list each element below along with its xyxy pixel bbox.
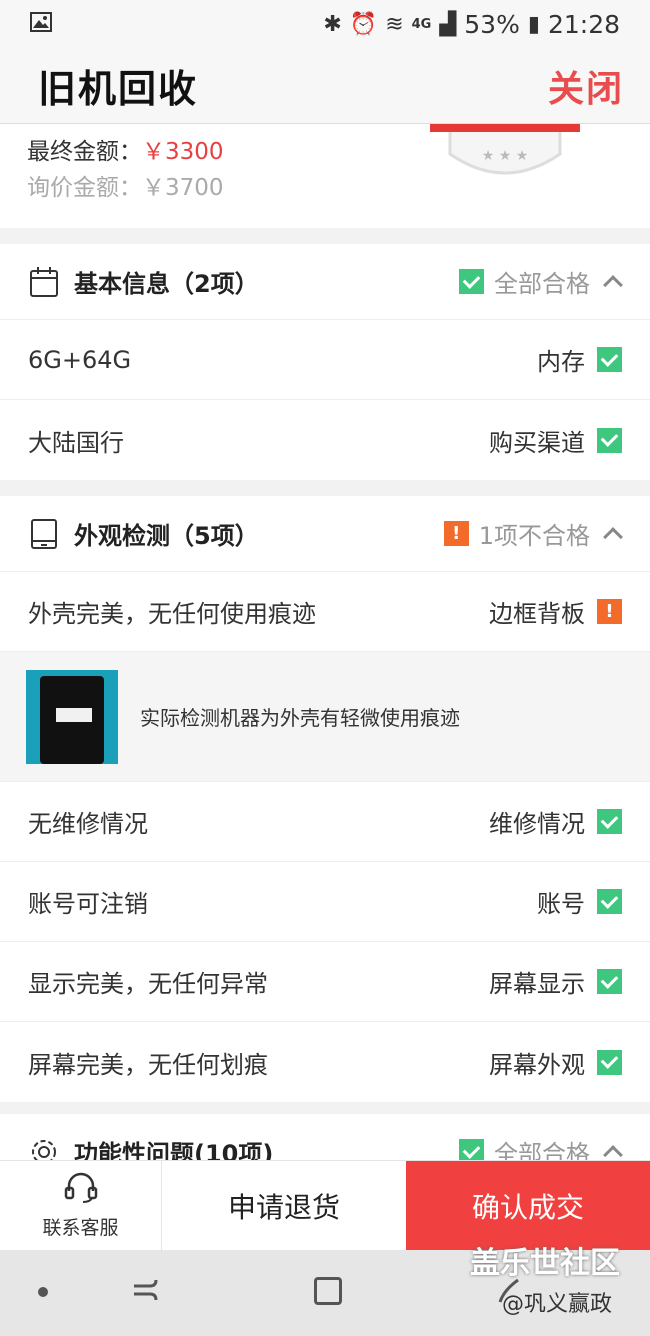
alarm-icon: ⏰ xyxy=(349,11,378,37)
chevron-up-icon[interactable] xyxy=(603,526,623,547)
bluetooth-icon: ✱ xyxy=(323,11,342,37)
row-value: 外壳完美，无任何使用痕迹 xyxy=(28,600,316,628)
inspection-row: 大陆国行 购买渠道 xyxy=(0,400,650,480)
section-status-text: 全部合格 xyxy=(494,270,590,298)
close-button[interactable]: 关闭 xyxy=(548,60,624,112)
row-label: 购买渠道 xyxy=(489,428,585,457)
home-icon[interactable] xyxy=(314,1277,342,1305)
final-price-value: ￥3300 xyxy=(142,139,224,165)
battery-percent: 53% xyxy=(464,9,520,39)
row-label: 账号 xyxy=(537,890,585,918)
action-bar: 联系客服 申请退货 确认成交 xyxy=(0,1160,650,1250)
inspection-row: 屏幕完美，无任何划痕 屏幕外观 xyxy=(0,1022,650,1102)
section-header-function[interactable]: 功能性问题(10项) 全部合格 xyxy=(0,1114,650,1160)
guarantee-badge: ★ ★ ★ xyxy=(430,124,580,194)
tablet-icon xyxy=(28,518,60,550)
row-value: 显示完美，无任何异常 xyxy=(28,970,268,998)
row-value: 无维修情况 xyxy=(28,810,148,838)
section-basic-info: 基本信息（2项） 全部合格 6G+64G 内存 大陆国行 购买渠道 xyxy=(0,244,650,480)
final-price-label: 最终金额： xyxy=(27,139,142,165)
section-title: 外观检测（5项） xyxy=(74,522,259,550)
wifi-icon: ≋ xyxy=(385,11,404,37)
pass-check-icon xyxy=(597,889,622,914)
gear-icon xyxy=(28,1136,60,1160)
chevron-up-icon[interactable] xyxy=(603,274,623,295)
section-status-text: 全部合格 xyxy=(494,1140,590,1160)
watermark-title: 盖乐世社区 xyxy=(470,1246,620,1281)
nav-dot-icon[interactable] xyxy=(38,1287,48,1297)
request-return-button[interactable]: 申请退货 xyxy=(162,1161,406,1250)
pass-check-icon xyxy=(459,1139,484,1160)
row-label: 边框背板 xyxy=(489,600,585,628)
pass-check-icon xyxy=(597,809,622,834)
calendar-icon xyxy=(28,266,60,298)
section-status: 全部合格 xyxy=(459,1134,623,1160)
row-value: 大陆国行 xyxy=(28,428,124,457)
quote-price-label: 询价金额： xyxy=(27,175,142,201)
row-value: 账号可注销 xyxy=(28,890,148,918)
defect-detail: 实际检测机器为外壳有轻微使用痕迹 xyxy=(0,652,650,782)
page-title: 旧机回收 xyxy=(38,66,199,111)
contact-service-label: 联系客服 xyxy=(42,1217,119,1239)
quote-price-value: ￥3700 xyxy=(142,175,224,201)
section-title: 功能性问题(10项) xyxy=(74,1140,274,1160)
price-card: 最终金额：￥3300 询价金额：￥3700 ★ ★ ★ xyxy=(0,124,650,228)
svg-text:★ ★ ★: ★ ★ ★ xyxy=(482,148,529,164)
quote-price-row: 询价金额：￥3700 xyxy=(27,168,224,202)
recent-apps-icon[interactable] xyxy=(130,1276,162,1312)
pass-check-icon xyxy=(597,1049,622,1075)
warning-icon: ! xyxy=(443,521,469,546)
warning-icon: ! xyxy=(597,599,622,624)
row-label: 屏幕显示 xyxy=(489,970,585,998)
gallery-notification-icon xyxy=(30,12,52,36)
watermark-author: @巩义赢政 xyxy=(502,1292,613,1317)
battery-icon: ▮ xyxy=(527,11,540,37)
inspection-row: 外壳完美，无任何使用痕迹 边框背板 ! xyxy=(0,572,650,652)
row-value: 屏幕完美，无任何划痕 xyxy=(28,1050,268,1079)
pass-check-icon xyxy=(597,347,622,372)
main-content[interactable]: 最终金额：￥3300 询价金额：￥3700 ★ ★ ★ 基本信息（2项） 全部合… xyxy=(0,124,650,1160)
row-label: 维修情况 xyxy=(489,810,585,838)
pass-check-icon xyxy=(597,969,622,994)
row-label: 屏幕外观 xyxy=(489,1050,585,1079)
section-appearance: 外观检测（5项） ! 1项不合格 外壳完美，无任何使用痕迹 边框背板 ! 实际检… xyxy=(0,496,650,1102)
contact-service-button[interactable]: 联系客服 xyxy=(0,1161,162,1250)
signal-icon: ▟ xyxy=(439,11,457,37)
section-status-text: 1项不合格 xyxy=(478,522,590,550)
inspection-row: 6G+64G 内存 xyxy=(0,320,650,400)
section-status: ! 1项不合格 xyxy=(443,516,623,551)
headset-icon xyxy=(63,1171,99,1207)
pass-check-icon xyxy=(597,427,622,453)
inspection-row: 显示完美，无任何异常 屏幕显示 xyxy=(0,942,650,1022)
network-type: 4G xyxy=(411,16,432,32)
section-title: 基本信息（2项） xyxy=(74,270,259,298)
inspection-row: 账号可注销 账号 xyxy=(0,862,650,942)
clock: 21:28 xyxy=(547,9,620,39)
section-status: 全部合格 xyxy=(459,264,623,299)
row-label: 内存 xyxy=(537,348,585,376)
defect-detail-text: 实际检测机器为外壳有轻微使用痕迹 xyxy=(140,706,460,730)
row-value: 6G+64G xyxy=(28,345,132,374)
defect-photo-thumbnail[interactable] xyxy=(26,669,118,764)
section-header-appearance[interactable]: 外观检测（5项） ! 1项不合格 xyxy=(0,496,650,572)
confirm-deal-button[interactable]: 确认成交 xyxy=(406,1161,650,1250)
inspection-row: 无维修情况 维修情况 xyxy=(0,782,650,862)
app-header: 旧机回收 关闭 xyxy=(0,48,650,124)
chevron-up-icon[interactable] xyxy=(603,1144,623,1160)
status-bar: ✱ ⏰ ≋ 4G ▟ 53% ▮ 21:28 xyxy=(0,0,650,48)
final-price-row: 最终金额：￥3300 xyxy=(27,132,224,166)
section-function: 功能性问题(10项) 全部合格 xyxy=(0,1114,650,1160)
pass-check-icon xyxy=(459,269,484,294)
section-header-basic-info[interactable]: 基本信息（2项） 全部合格 xyxy=(0,244,650,320)
